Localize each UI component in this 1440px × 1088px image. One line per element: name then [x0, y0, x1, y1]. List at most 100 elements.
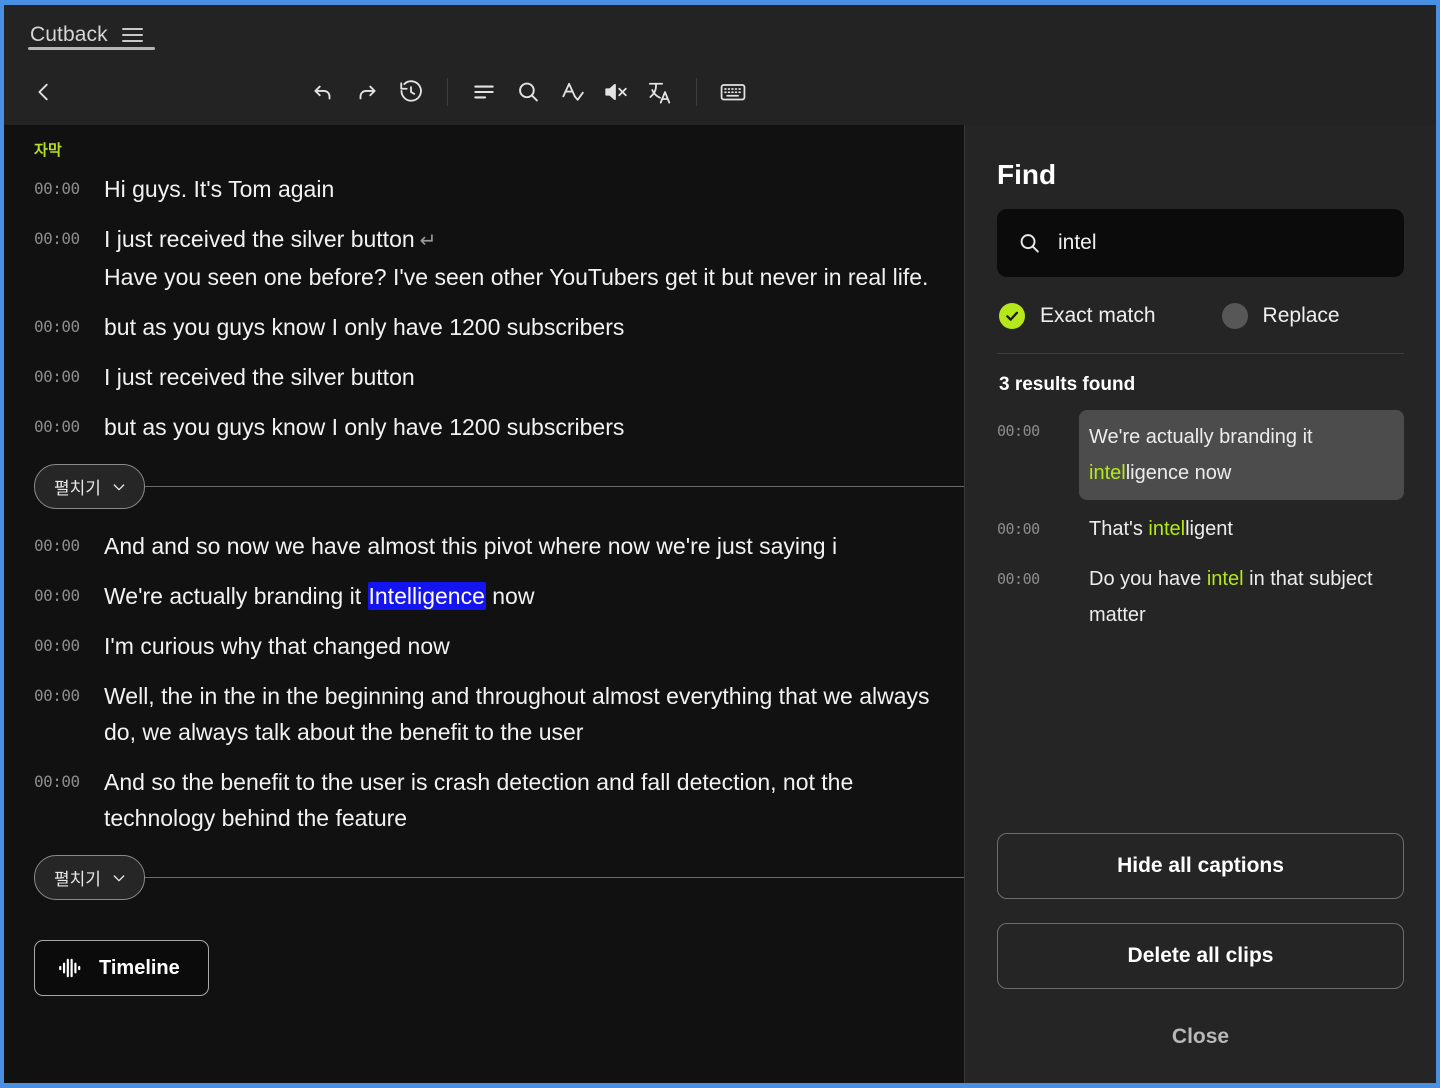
app-body: 자막 00:00 Hi guys. It's Tom again 00:00 I…: [4, 125, 1436, 1083]
cue-timestamp[interactable]: 00:00: [4, 309, 104, 345]
find-search-value[interactable]: intel: [1058, 231, 1384, 255]
option-replace[interactable]: Replace: [1221, 303, 1340, 329]
line-break-icon: ↵: [419, 230, 437, 252]
timeline-button[interactable]: Timeline: [34, 940, 209, 996]
find-search-input[interactable]: intel: [997, 209, 1404, 277]
find-result-item[interactable]: 00:00 We're actually branding it intelli…: [997, 410, 1404, 500]
transcript-cue-selected[interactable]: 00:00 We're actually branding it Intelli…: [4, 571, 964, 621]
find-panel-title: Find: [997, 159, 1057, 190]
expand-button[interactable]: 펼치기: [34, 464, 145, 509]
expand-button-label: 펼치기: [54, 870, 101, 889]
close-button[interactable]: Close: [997, 1013, 1404, 1059]
result-timestamp[interactable]: 00:00: [997, 558, 1079, 597]
delete-all-clips-button[interactable]: Delete all clips: [997, 923, 1404, 989]
result-match-highlight: intel: [1089, 462, 1126, 484]
app-window: Cutback 자막 00:00 Hi guys. It's Tom again…: [0, 0, 1440, 1088]
expand-button-label: 펼치기: [54, 479, 101, 498]
timeline-row: Timeline: [4, 912, 964, 996]
cue-text[interactable]: I just received the silver button: [104, 359, 964, 395]
cue-text[interactable]: Hi guys. It's Tom again: [104, 171, 964, 207]
keyboard-icon[interactable]: [711, 70, 755, 114]
find-results-list: 00:00 We're actually branding it intelli…: [997, 410, 1404, 833]
transcript-cue[interactable]: 00:00 Hi guys. It's Tom again: [4, 164, 964, 214]
expand-section-row-2: 펼치기: [4, 843, 964, 912]
cue-line-1: I just received the silver button: [104, 226, 415, 252]
cue-text-before: We're actually branding it: [104, 583, 368, 609]
cue-text[interactable]: I'm curious why that changed now: [104, 628, 964, 664]
transcript-cue[interactable]: 00:00 but as you guys know I only have 1…: [4, 302, 964, 352]
result-text[interactable]: We're actually branding it intelligence …: [1079, 410, 1404, 500]
tab-active-indicator: [28, 47, 155, 50]
cue-text[interactable]: And so the benefit to the user is crash …: [104, 764, 964, 836]
find-options: Exact match Replace: [997, 277, 1404, 353]
find-panel-footer: Hide all captions Delete all clips Close: [997, 833, 1404, 1083]
mute-icon[interactable]: [594, 70, 638, 114]
transcript-cue[interactable]: 00:00 And so the benefit to the user is …: [4, 757, 964, 843]
cue-text[interactable]: but as you guys know I only have 1200 su…: [104, 409, 964, 445]
cue-timestamp[interactable]: 00:00: [4, 359, 104, 395]
check-circle-icon[interactable]: [999, 303, 1025, 329]
expand-section-row: 펼치기: [4, 452, 964, 521]
cue-timestamp[interactable]: 00:00: [4, 628, 104, 664]
timeline-button-label: Timeline: [99, 956, 180, 979]
cue-text[interactable]: Well, the in the in the beginning and th…: [104, 678, 964, 750]
transcript-cue[interactable]: 00:00 but as you guys know I only have 1…: [4, 402, 964, 452]
cue-line-2: Have you seen one before? I've seen othe…: [104, 264, 929, 290]
transcript-cue[interactable]: 00:00 And and so now we have almost this…: [4, 521, 964, 571]
cue-timestamp[interactable]: 00:00: [4, 221, 104, 257]
toolbar: [4, 59, 1436, 125]
transcript-cue[interactable]: 00:00 Well, the in the in the beginning …: [4, 671, 964, 757]
result-text-before: Do you have: [1089, 568, 1207, 590]
transcript-pane[interactable]: 자막 00:00 Hi guys. It's Tom again 00:00 I…: [4, 125, 964, 1083]
cue-timestamp[interactable]: 00:00: [4, 578, 104, 614]
transcript-cue[interactable]: 00:00 I just received the silver button: [4, 352, 964, 402]
history-tools-group: [301, 70, 433, 114]
cue-timestamp[interactable]: 00:00: [4, 678, 104, 714]
option-exact-match[interactable]: Exact match: [999, 303, 1156, 329]
titlebar: Cutback: [4, 5, 1436, 59]
redo-icon[interactable]: [345, 70, 389, 114]
chevron-down-icon: [113, 874, 125, 881]
edit-tools-group: [462, 70, 682, 114]
chevron-down-icon: [113, 483, 125, 490]
cue-timestamp[interactable]: 00:00: [4, 764, 104, 800]
section-divider-2: [144, 877, 964, 878]
cue-text[interactable]: I just received the silver button ↵ Have y…: [104, 221, 964, 295]
cue-text[interactable]: We're actually branding it Intelligence …: [104, 578, 964, 614]
toolbar-divider-2: [696, 78, 697, 106]
cue-text[interactable]: And and so now we have almost this pivot…: [104, 528, 964, 564]
find-result-item[interactable]: 00:00 That's intelligent: [997, 508, 1404, 550]
cue-timestamp[interactable]: 00:00: [4, 409, 104, 445]
spellcheck-icon[interactable]: [550, 70, 594, 114]
expand-button-2[interactable]: 펼치기: [34, 855, 145, 900]
transcript-cue[interactable]: 00:00 I just received the silver button ↵…: [4, 214, 964, 302]
result-timestamp[interactable]: 00:00: [997, 410, 1079, 449]
chevron-left-icon[interactable]: [22, 70, 66, 114]
waveform-icon: [59, 958, 81, 978]
cue-text[interactable]: but as you guys know I only have 1200 su…: [104, 309, 964, 345]
result-match-highlight: intel: [1148, 518, 1186, 540]
radio-unchecked-icon[interactable]: [1221, 303, 1248, 329]
result-text-after: ligent: [1185, 518, 1233, 540]
app-title: Cutback: [30, 22, 108, 46]
cue-timestamp[interactable]: 00:00: [4, 528, 104, 564]
result-text-before: That's: [1089, 518, 1149, 540]
toolbar-divider: [447, 78, 448, 106]
search-icon[interactable]: [506, 70, 550, 114]
translate-icon[interactable]: [638, 70, 682, 114]
result-timestamp[interactable]: 00:00: [997, 508, 1079, 547]
find-result-item[interactable]: 00:00 Do you have intel in that subject …: [997, 558, 1404, 636]
transcript-cue[interactable]: 00:00 I'm curious why that changed now: [4, 621, 964, 671]
undo-icon[interactable]: [301, 70, 345, 114]
result-text[interactable]: Do you have intel in that subject matter: [1079, 558, 1404, 636]
app-tab[interactable]: Cutback: [24, 5, 155, 54]
align-text-icon[interactable]: [462, 70, 506, 114]
hamburger-menu-icon[interactable]: [121, 27, 143, 42]
history-icon[interactable]: [389, 70, 433, 114]
text-selection[interactable]: Intelligence: [367, 582, 486, 610]
hide-all-captions-button[interactable]: Hide all captions: [997, 833, 1404, 899]
section-divider: [144, 486, 964, 487]
cue-timestamp[interactable]: 00:00: [4, 171, 104, 207]
find-panel: Find intel Exact match Replace 3 results…: [964, 125, 1436, 1083]
result-text[interactable]: That's intelligent: [1079, 508, 1404, 550]
